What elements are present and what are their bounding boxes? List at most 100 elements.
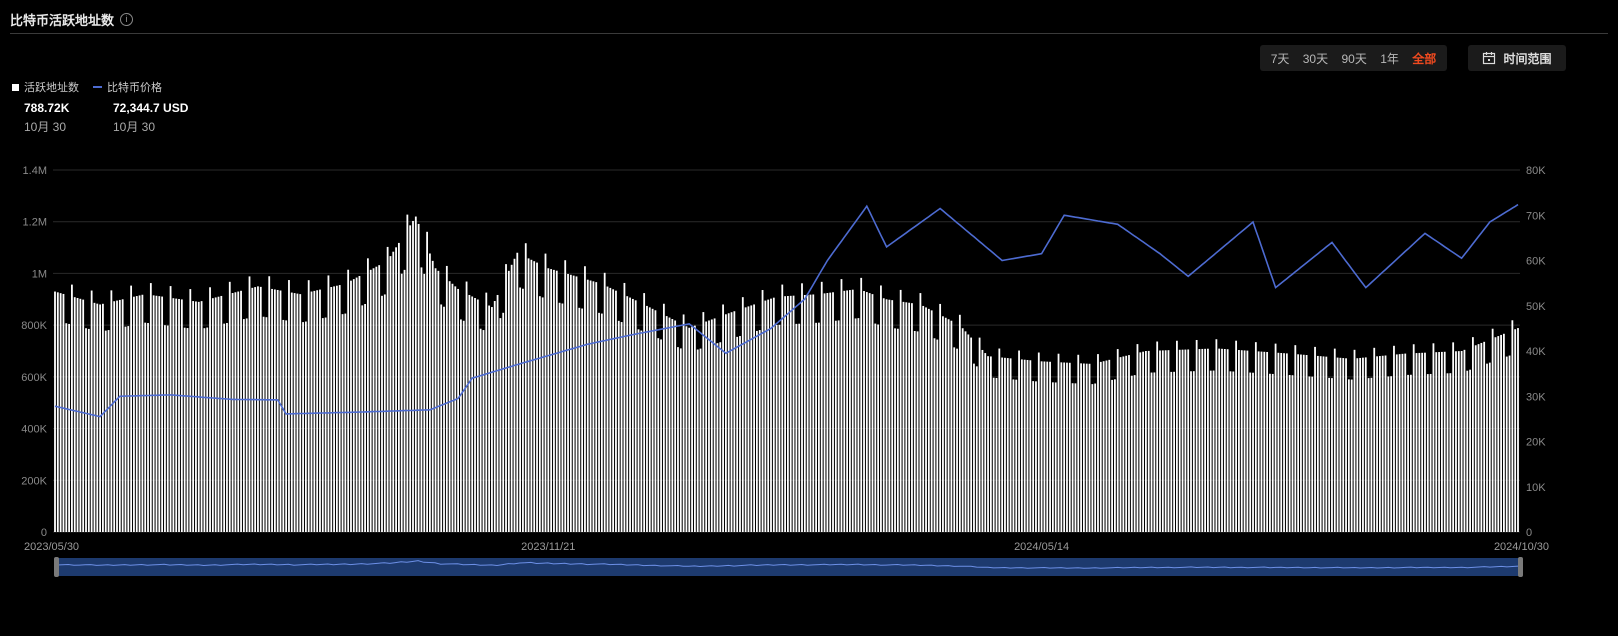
- bar: [851, 289, 854, 532]
- bar: [741, 297, 744, 532]
- range-30d-button[interactable]: 30天: [1303, 50, 1328, 67]
- range-all-button[interactable]: 全部: [1412, 50, 1436, 67]
- bar: [975, 366, 978, 532]
- bar: [693, 325, 696, 532]
- bar: [1378, 356, 1381, 532]
- bar: [631, 298, 634, 532]
- bar: [615, 290, 617, 532]
- bar: [1328, 377, 1331, 532]
- bar: [510, 264, 513, 532]
- bar: [527, 258, 530, 532]
- range-90d-button[interactable]: 90天: [1341, 50, 1366, 67]
- bar: [1325, 356, 1328, 532]
- bar: [1198, 349, 1201, 532]
- bar: [637, 329, 640, 532]
- bar: [1460, 351, 1463, 532]
- bar: [383, 294, 386, 532]
- bar: [536, 262, 538, 532]
- bar: [795, 323, 798, 532]
- bar: [338, 285, 341, 532]
- bar: [372, 268, 375, 532]
- legend-item-btc-price[interactable]: 比特币价格: [93, 79, 162, 95]
- navigator-handle-right[interactable]: [1518, 557, 1523, 577]
- bar: [1082, 363, 1085, 532]
- bar: [141, 294, 144, 532]
- bar: [1438, 352, 1440, 532]
- bar: [1285, 353, 1288, 532]
- bar: [1424, 352, 1426, 532]
- bar: [248, 276, 251, 532]
- bar: [1063, 362, 1066, 532]
- bar: [389, 256, 392, 532]
- bar: [1001, 357, 1004, 532]
- time-range-button[interactable]: 时间范围: [1468, 45, 1566, 71]
- bar: [200, 301, 203, 532]
- bar: [1142, 351, 1144, 532]
- bar: [169, 286, 172, 532]
- bar: [874, 323, 877, 532]
- bar: [682, 314, 685, 532]
- bar: [815, 322, 817, 532]
- bar-series: [54, 214, 1519, 533]
- bar: [801, 283, 803, 532]
- bar: [1508, 355, 1511, 532]
- bar: [440, 304, 443, 532]
- bar: [784, 296, 786, 532]
- navigator-handle-left[interactable]: [54, 557, 59, 577]
- bar: [1215, 339, 1218, 532]
- bar: [448, 281, 451, 532]
- y-left-tick-label: 1.2M: [23, 217, 47, 229]
- legend-label: 活跃地址数: [24, 82, 79, 94]
- range-1y-button[interactable]: 1年: [1380, 50, 1399, 67]
- bar: [1156, 341, 1159, 532]
- bar: [871, 294, 874, 532]
- bar: [217, 296, 220, 532]
- bar: [1243, 350, 1246, 532]
- bar: [1339, 357, 1342, 532]
- bar: [798, 323, 801, 532]
- bar: [1068, 362, 1071, 532]
- info-icon[interactable]: i: [120, 12, 134, 26]
- range-7d-button[interactable]: 7天: [1271, 50, 1290, 67]
- bar: [361, 305, 364, 532]
- bar: [417, 223, 420, 533]
- bar: [1367, 378, 1370, 532]
- bar: [1390, 376, 1393, 532]
- bar: [747, 306, 750, 532]
- bar: [1049, 361, 1051, 532]
- bar: [1486, 363, 1488, 532]
- bar: [73, 297, 76, 532]
- bar: [973, 363, 975, 532]
- bar: [369, 269, 372, 532]
- bar: [1125, 355, 1128, 532]
- bar: [203, 328, 206, 532]
- y-left-tick-label: 600K: [21, 372, 47, 384]
- bar: [1401, 353, 1404, 532]
- legend-item-active-addresses[interactable]: 活跃地址数: [12, 79, 79, 95]
- bar: [437, 270, 440, 532]
- bar: [1455, 351, 1457, 532]
- bar: [1207, 348, 1209, 532]
- x-tick-label: 2024/05/14: [1014, 541, 1069, 553]
- bar: [445, 265, 448, 532]
- bar: [1466, 370, 1469, 532]
- bar: [138, 295, 141, 532]
- bar: [1046, 361, 1049, 532]
- bar: [1514, 329, 1517, 532]
- bar: [586, 279, 589, 532]
- bar: [304, 321, 307, 532]
- y-left-tick-label: 200K: [21, 475, 47, 487]
- bar: [1122, 356, 1125, 532]
- bar: [781, 284, 784, 532]
- bar: [1113, 379, 1116, 532]
- bar: [674, 320, 677, 532]
- bar: [1415, 353, 1418, 532]
- bar: [1057, 353, 1060, 532]
- bar: [1032, 381, 1035, 532]
- bar: [1071, 383, 1074, 532]
- bar: [293, 293, 296, 532]
- y-left-tick-label: 1M: [32, 268, 47, 280]
- bar: [288, 280, 290, 532]
- bar: [341, 314, 344, 532]
- bar: [1105, 360, 1108, 532]
